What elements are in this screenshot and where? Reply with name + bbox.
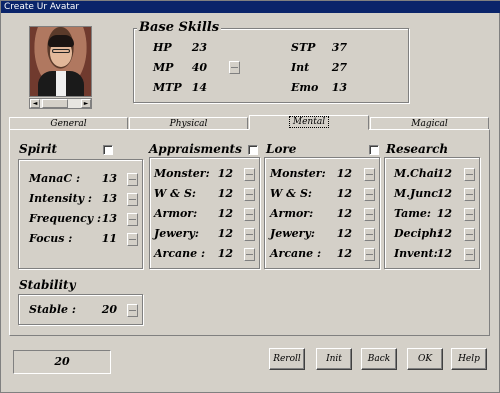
stability-title: Stability (19, 278, 76, 292)
research-label-invent: Invent: (394, 247, 438, 260)
lore-monster-spin[interactable] (364, 168, 375, 181)
lore-arcane-spin[interactable] (364, 248, 375, 261)
lore-armor-spin[interactable] (364, 208, 375, 221)
stat-label-mp: MP (153, 61, 174, 74)
spirit-manac-spin[interactable] (127, 173, 138, 186)
spirit-focus-spin[interactable] (127, 233, 138, 246)
appraisments-label-arcane: Arcane : (154, 247, 206, 260)
tab-mental-label: Mental (288, 116, 330, 128)
reroll-button[interactable]: Reroll (269, 348, 305, 370)
spirit-label-intensity: Intensity : (29, 192, 92, 205)
lore-label-arcane: Arcane : (270, 247, 322, 260)
stability-value-stable: 20 (101, 303, 117, 316)
scroll-thumb[interactable] (42, 99, 68, 108)
avatar-scrollbar[interactable]: ◄ ► (29, 98, 92, 109)
base-skills-title: Base Skills (137, 20, 222, 35)
stat-label-emo: Emo (291, 81, 319, 94)
appraisments-title: Appraisments (149, 142, 242, 156)
appraisments-value-jewery: 12 (217, 227, 233, 240)
tab-magical-label: Magical (411, 119, 448, 129)
spirit-title: Spirit (19, 142, 58, 156)
research-invent-spin[interactable] (464, 248, 475, 261)
create-avatar-window: Create Ur Avatar ◄ ► Base Skills HP 23 M… (0, 0, 500, 393)
research-value-invent: 12 (436, 247, 452, 260)
window-title: Create Ur Avatar (1, 1, 500, 13)
stat-label-hp: HP (153, 41, 172, 54)
appraisments-label-jewery: Jewery: (154, 227, 199, 240)
research-deciph-spin[interactable] (464, 228, 475, 241)
ok-button[interactable]: OK (407, 348, 443, 370)
spirit-checkbox[interactable] (103, 145, 113, 155)
spirit-value-frequency: 13 (101, 212, 117, 225)
stat-value-emo: 13 (331, 81, 347, 94)
appraisments-checkbox[interactable] (248, 145, 258, 155)
help-button[interactable]: Help (451, 348, 487, 370)
lore-value-jewery: 12 (336, 227, 352, 240)
research-mchai-spin[interactable] (464, 168, 475, 181)
lore-title: Lore (266, 142, 297, 156)
tab-general-label: General (50, 119, 87, 129)
stat-label-int: Int (291, 61, 310, 74)
appraisments-monster-spin[interactable] (244, 168, 255, 181)
research-title: Research (386, 142, 449, 156)
stability-label-stable: Stable : (29, 303, 76, 316)
lore-label-ws: W & S: (270, 187, 312, 200)
spirit-value-intensity: 13 (101, 192, 117, 205)
back-button[interactable]: Back (361, 348, 397, 370)
stat-value-stp: 37 (331, 41, 347, 54)
stat-value-int: 27 (331, 61, 347, 74)
research-label-mjunc: M.Junc (394, 187, 438, 200)
tab-physical-label: Physical (169, 119, 208, 129)
lore-value-arcane: 12 (336, 247, 352, 260)
research-mjunc-spin[interactable] (464, 188, 475, 201)
appraisments-value-ws: 12 (217, 187, 233, 200)
appraisments-arcane-spin[interactable] (244, 248, 255, 261)
scroll-right-arrow-icon[interactable]: ► (81, 99, 91, 108)
stat-value-hp: 23 (191, 41, 207, 54)
research-value-deciph: 12 (436, 227, 452, 240)
stat-value-mp: 40 (191, 61, 207, 74)
spirit-intensity-spin[interactable] (127, 193, 138, 206)
lore-label-monster: Monster: (270, 167, 326, 180)
lore-label-jewery: Jewery: (270, 227, 315, 240)
lore-jewery-spin[interactable] (364, 228, 375, 241)
stat-label-mtp: MTP (153, 81, 182, 94)
spirit-label-frequency: Frequency : (29, 212, 102, 225)
spirit-frequency-spin[interactable] (127, 213, 138, 226)
appraisments-jewery-spin[interactable] (244, 228, 255, 241)
lore-value-monster: 12 (336, 167, 352, 180)
research-value-tame: 12 (436, 207, 452, 220)
stat-value-mtp: 14 (191, 81, 207, 94)
appraisments-ws-spin[interactable] (244, 188, 255, 201)
points-remaining-display: 20 (13, 350, 111, 374)
appraisments-value-monster: 12 (217, 167, 233, 180)
lore-ws-spin[interactable] (364, 188, 375, 201)
lore-value-ws: 12 (336, 187, 352, 200)
init-button[interactable]: Init (316, 348, 352, 370)
research-value-mchai: 12 (436, 167, 452, 180)
mp-spin-button[interactable] (229, 61, 240, 74)
spirit-value-focus: 11 (101, 232, 117, 245)
lore-label-armor: Armor: (270, 207, 314, 220)
stat-label-stp: STP (291, 41, 316, 54)
stability-stable-spin[interactable] (127, 304, 138, 317)
appraisments-label-armor: Armor: (154, 207, 198, 220)
spirit-value-manac: 13 (101, 172, 117, 185)
scroll-left-arrow-icon[interactable]: ◄ (30, 99, 40, 108)
research-label-tame: Tame: (394, 207, 431, 220)
research-tame-spin[interactable] (464, 208, 475, 221)
tab-mental[interactable]: Mental (249, 115, 369, 130)
appraisments-label-ws: W & S: (154, 187, 196, 200)
lore-checkbox[interactable] (369, 145, 379, 155)
avatar-photo (29, 26, 92, 97)
appraisments-label-monster: Monster: (154, 167, 210, 180)
research-label-mchai: M.Chai (394, 167, 439, 180)
spirit-label-focus: Focus : (29, 232, 73, 245)
research-value-mjunc: 12 (436, 187, 452, 200)
appraisments-armor-spin[interactable] (244, 208, 255, 221)
lore-value-armor: 12 (336, 207, 352, 220)
appraisments-value-armor: 12 (217, 207, 233, 220)
appraisments-value-arcane: 12 (217, 247, 233, 260)
spirit-label-manac: ManaC : (29, 172, 81, 185)
